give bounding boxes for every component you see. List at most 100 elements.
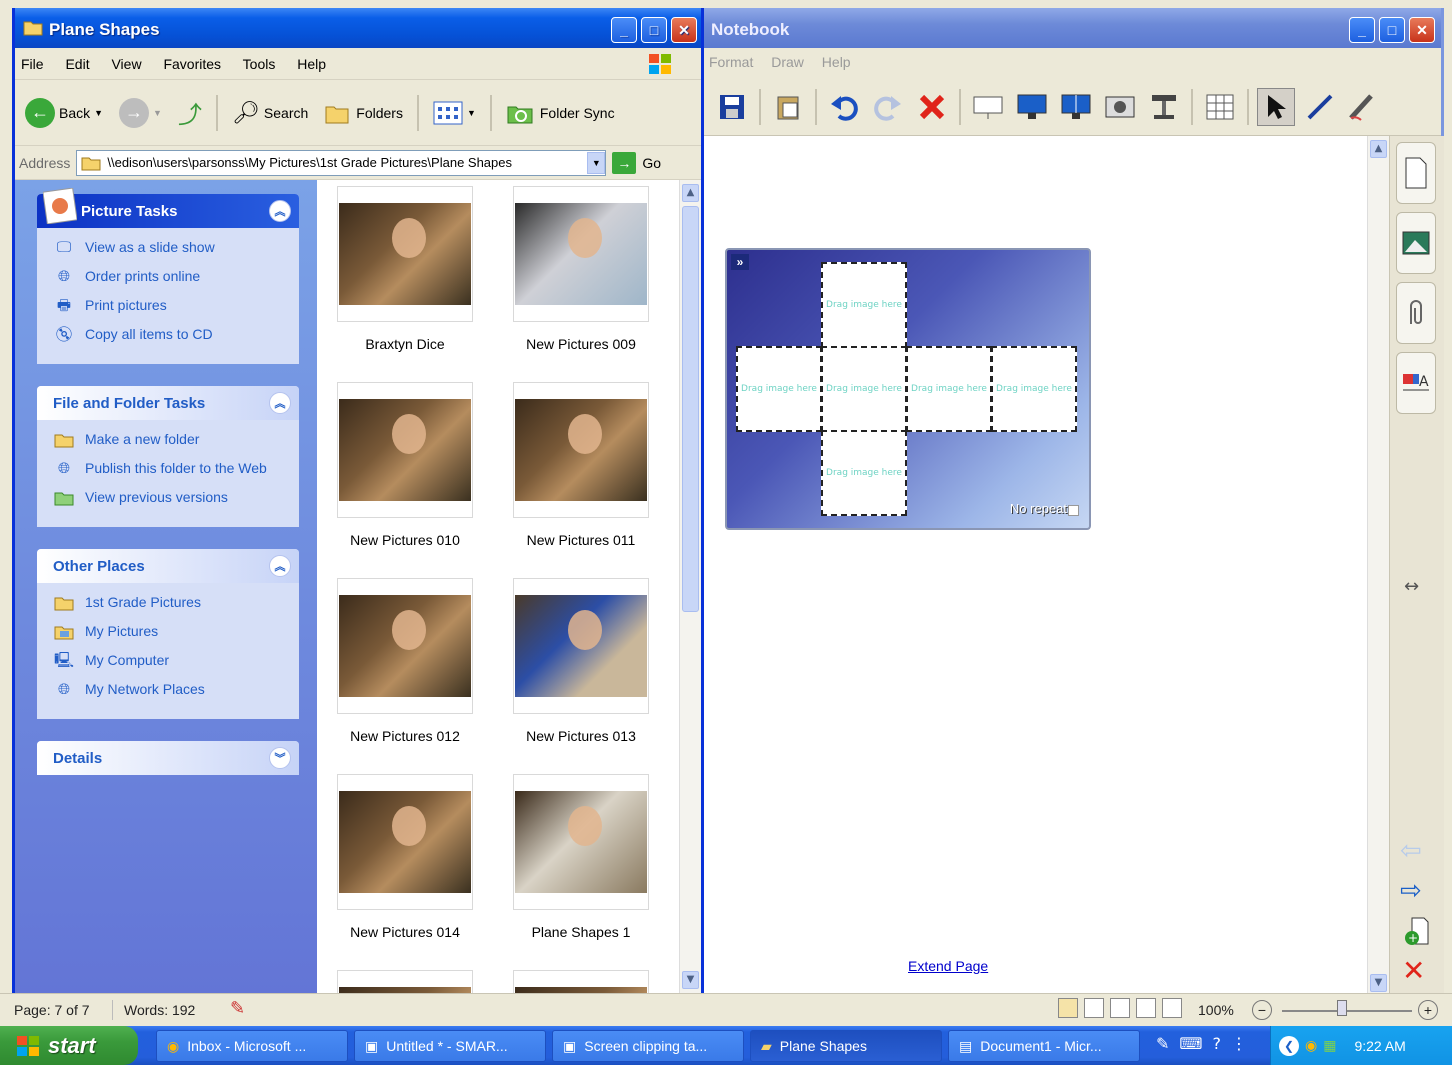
reading-layout-icon[interactable] xyxy=(1084,998,1104,1018)
go-button[interactable]: → Go xyxy=(612,151,661,174)
dropdown-arrow-icon[interactable]: ▼ xyxy=(467,108,476,118)
taskbar-button-plane-shapes[interactable]: ▰ Plane Shapes xyxy=(750,1030,942,1062)
menu-help[interactable]: Help xyxy=(297,56,326,72)
page-sorter-tab-icon[interactable] xyxy=(1396,142,1436,204)
print-layout-icon[interactable] xyxy=(1058,998,1078,1018)
minimize-button[interactable]: _ xyxy=(611,17,637,43)
show-hidden-icons-icon[interactable]: ❮ xyxy=(1279,1035,1299,1056)
delete-page-icon[interactable]: ✕ xyxy=(1402,954,1425,987)
scroll-up-arrow[interactable]: ▲ xyxy=(1370,140,1387,158)
task-order-prints[interactable]: 🌐︎ Order prints online xyxy=(53,267,289,287)
drop-zone[interactable]: Drag image here xyxy=(821,346,907,432)
drop-zone[interactable]: Drag image here xyxy=(736,346,822,432)
taskbar-button-document1[interactable]: ▤ Document1 - Micr... xyxy=(948,1030,1140,1062)
no-repeat-checkbox[interactable] xyxy=(1068,505,1079,516)
minimize-button[interactable]: _ xyxy=(1349,17,1375,43)
folders-button[interactable]: Folders xyxy=(320,97,407,129)
maximize-button[interactable]: □ xyxy=(1379,17,1405,43)
delete-icon[interactable] xyxy=(913,88,951,126)
clock[interactable]: 9:22 AM xyxy=(1354,1038,1405,1054)
thumbnail-item[interactable]: New Pictures 012 xyxy=(337,578,473,744)
maximize-button[interactable]: □ xyxy=(641,17,667,43)
cube-net-widget[interactable]: » Drag image here Drag image here Drag i… xyxy=(725,248,1091,530)
search-button[interactable]: 🔎︎ Search xyxy=(228,96,312,130)
menu-tools[interactable]: Tools xyxy=(243,56,276,72)
outline-view-icon[interactable] xyxy=(1136,998,1156,1018)
menu-format[interactable]: Format xyxy=(709,54,753,70)
folder-sync-button[interactable]: Folder Sync xyxy=(502,95,619,131)
forward-button[interactable]: → ▼ xyxy=(115,94,166,132)
place-1st-grade-pictures[interactable]: 1st Grade Pictures xyxy=(53,593,289,613)
place-my-computer[interactable]: 🖳︎ My Computer xyxy=(53,651,289,671)
menu-draw[interactable]: Draw xyxy=(771,54,804,70)
taskbar-button-inbox[interactable]: ◉ Inbox - Microsoft ... xyxy=(156,1030,348,1062)
task-view-slideshow[interactable]: 🖵︎ View as a slide show xyxy=(53,238,289,258)
thumbnail-item[interactable]: New Pictures 009 xyxy=(513,186,649,352)
scroll-down-arrow[interactable]: ▼ xyxy=(1370,974,1387,992)
network-icon[interactable]: ⋮ xyxy=(1231,1034,1247,1053)
next-page-icon[interactable]: ⇨ xyxy=(1400,876,1422,906)
drop-zone[interactable]: Drag image here xyxy=(991,346,1077,432)
menu-help[interactable]: Help xyxy=(822,54,851,70)
previous-page-icon[interactable]: ⇦ xyxy=(1400,836,1422,866)
file-folder-tasks-header[interactable]: File and Folder Tasks ︽ xyxy=(37,386,299,420)
thumbnail-item[interactable]: New Pictures 010 xyxy=(337,382,473,548)
dropdown-arrow-icon[interactable]: ▼ xyxy=(94,108,103,118)
pen-icon[interactable] xyxy=(1301,88,1339,126)
notebook-page-canvas[interactable]: » Drag image here Drag image here Drag i… xyxy=(703,136,1368,996)
attachments-tab-icon[interactable] xyxy=(1396,282,1436,344)
start-button[interactable]: start xyxy=(0,1026,138,1065)
menu-edit[interactable]: Edit xyxy=(65,56,89,72)
add-page-icon[interactable]: + xyxy=(1404,916,1430,950)
document-camera-icon[interactable] xyxy=(1145,88,1183,126)
page-count[interactable]: Page: 7 of 7 xyxy=(14,1002,90,1018)
full-screen-icon[interactable] xyxy=(1013,88,1051,126)
close-button[interactable]: ✕ xyxy=(671,17,697,43)
thumbnail-item[interactable]: Braxtyn Dice xyxy=(337,186,473,352)
place-my-pictures[interactable]: My Pictures xyxy=(53,622,289,642)
dual-page-icon[interactable] xyxy=(1057,88,1095,126)
redo-icon[interactable] xyxy=(869,88,907,126)
resize-handle-icon[interactable]: ↔ xyxy=(1404,576,1419,597)
back-button[interactable]: ← Back ▼ xyxy=(21,94,107,132)
properties-tab-icon[interactable]: A xyxy=(1396,352,1436,414)
close-button[interactable]: ✕ xyxy=(1409,17,1435,43)
drop-zone[interactable]: Drag image here xyxy=(906,346,992,432)
collapse-chevron-icon[interactable]: ︽ xyxy=(269,555,291,577)
zoom-level[interactable]: 100% xyxy=(1198,1002,1234,1018)
up-folder-button[interactable]: ⤴ xyxy=(174,91,206,134)
help-icon[interactable]: ? xyxy=(1213,1034,1222,1053)
web-layout-icon[interactable] xyxy=(1110,998,1130,1018)
scroll-down-arrow[interactable]: ▼ xyxy=(682,971,699,989)
explorer-vertical-scrollbar[interactable]: ▲ ▼ xyxy=(679,180,701,993)
proofing-icon[interactable]: ✎ xyxy=(230,998,245,1019)
collapse-chevron-icon[interactable]: ︽ xyxy=(269,200,291,222)
thumbnail-item[interactable] xyxy=(513,970,649,993)
other-places-header[interactable]: Other Places ︽ xyxy=(37,549,299,583)
address-input[interactable]: \\edison\users\parsonss\My Pictures\1st … xyxy=(76,149,607,176)
screen-shade-icon[interactable] xyxy=(969,88,1007,126)
undo-icon[interactable] xyxy=(825,88,863,126)
scroll-up-arrow[interactable]: ▲ xyxy=(682,184,699,202)
scroll-thumb[interactable] xyxy=(682,206,699,612)
thumbnail-item[interactable]: New Pictures 013 xyxy=(513,578,649,744)
menu-file[interactable]: File xyxy=(21,56,44,72)
zoom-out-icon[interactable]: − xyxy=(1252,1000,1272,1020)
explorer-title-bar[interactable]: Plane Shapes _ □ ✕ xyxy=(15,8,701,48)
zoom-in-icon[interactable]: + xyxy=(1418,1000,1438,1020)
drop-zone[interactable]: Drag image here xyxy=(821,262,907,348)
address-dropdown-icon[interactable]: ▼ xyxy=(587,151,606,174)
expand-icon[interactable]: » xyxy=(731,254,749,270)
task-copy-to-cd[interactable]: 💿︎ Copy all items to CD xyxy=(53,325,289,345)
place-my-network[interactable]: 🌐︎ My Network Places xyxy=(53,680,289,700)
taskbar-button-screen-clipping[interactable]: ▣ Screen clipping ta... xyxy=(552,1030,744,1062)
notebook-vertical-scrollbar[interactable]: ▲ ▼ xyxy=(1367,136,1389,996)
table-icon[interactable] xyxy=(1201,88,1239,126)
paste-icon[interactable] xyxy=(769,88,807,126)
gallery-tab-icon[interactable] xyxy=(1396,212,1436,274)
select-arrow-icon[interactable] xyxy=(1257,87,1295,126)
details-header[interactable]: Details ︾ xyxy=(37,741,299,775)
capture-icon[interactable] xyxy=(1101,88,1139,126)
picture-tasks-header[interactable]: Picture Tasks ︽ xyxy=(37,187,299,228)
menu-view[interactable]: View xyxy=(111,56,141,72)
